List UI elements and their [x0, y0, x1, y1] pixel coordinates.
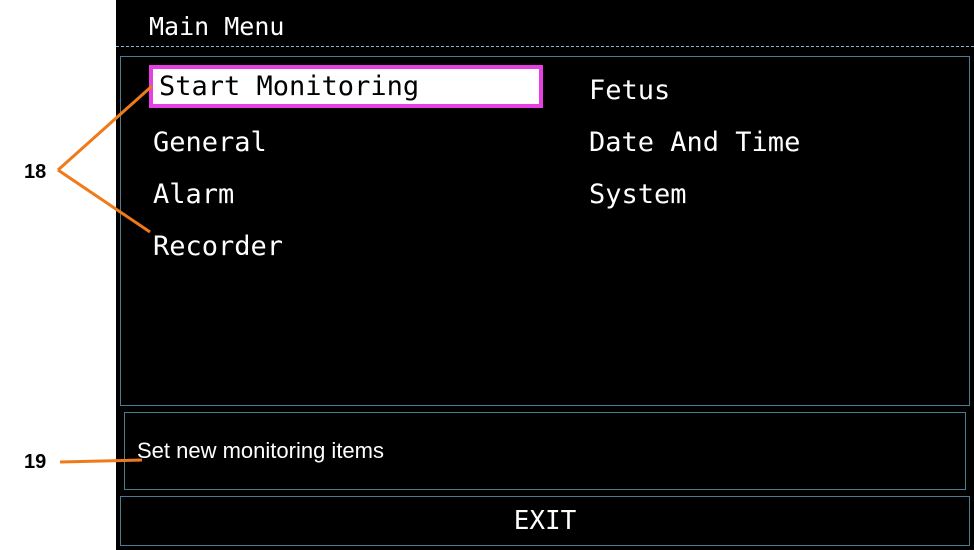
- menu-item-date-and-time[interactable]: Date And Time: [589, 127, 800, 159]
- menu-item-general[interactable]: General: [153, 127, 267, 159]
- help-text: Set new monitoring items: [137, 438, 384, 463]
- menu-item-recorder[interactable]: Recorder: [153, 231, 283, 263]
- menu-item-fetus[interactable]: Fetus: [589, 75, 670, 107]
- menu-item-alarm[interactable]: Alarm: [153, 179, 234, 211]
- exit-button[interactable]: EXIT: [120, 496, 970, 546]
- title-bar: Main Menu: [116, 0, 974, 47]
- menu-item-start-monitoring[interactable]: Start Monitoring: [149, 65, 543, 108]
- menu-item-system[interactable]: System: [589, 179, 687, 211]
- main-menu-panel: Start Monitoring General Alarm Recorder …: [120, 56, 970, 406]
- callout-label-18: 18: [24, 161, 47, 183]
- page-title: Main Menu: [149, 12, 285, 41]
- monitor-screen: Main Menu Start Monitoring General Alarm…: [116, 0, 974, 550]
- figure: Main Menu Start Monitoring General Alarm…: [0, 0, 974, 550]
- help-panel: Set new monitoring items: [124, 412, 966, 490]
- callout-label-19: 19: [24, 451, 47, 473]
